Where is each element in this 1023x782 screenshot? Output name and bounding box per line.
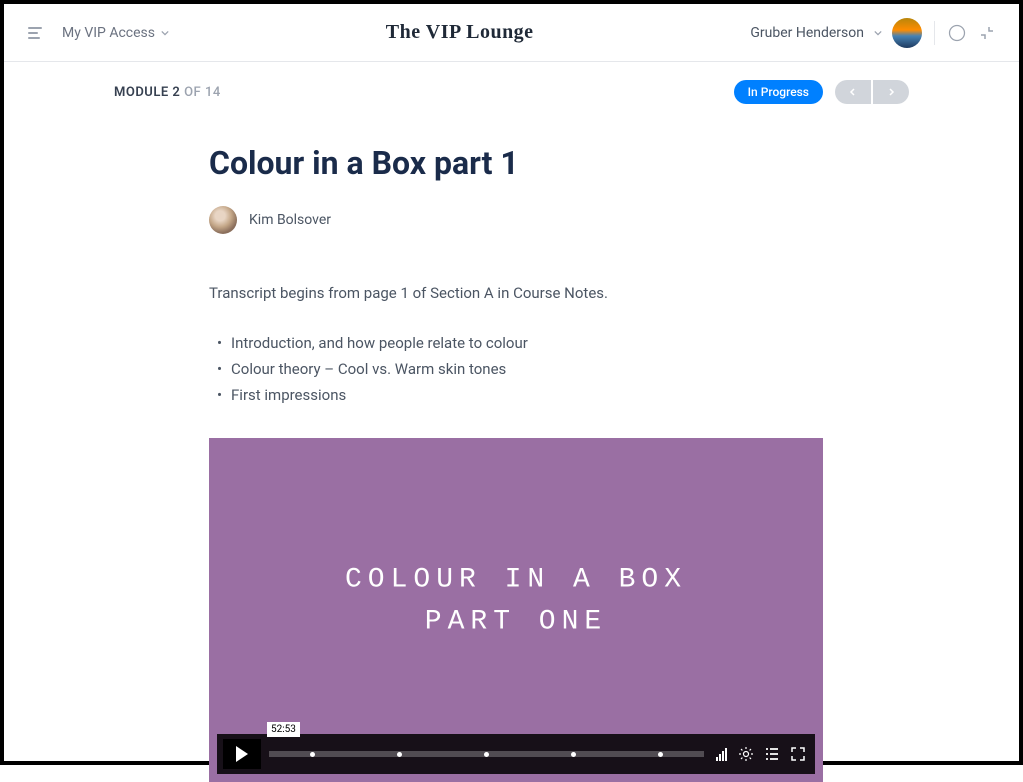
prev-button[interactable]	[835, 80, 871, 104]
transcript-note: Transcript begins from page 1 of Section…	[209, 284, 909, 302]
video-title-line1: COLOUR IN A BOX	[345, 560, 687, 602]
author-section: Kim Bolsover	[209, 206, 909, 234]
list-item: First impressions	[209, 382, 909, 408]
page-title: Colour in a Box part 1	[209, 144, 909, 182]
settings-icon[interactable]	[738, 746, 754, 762]
bullet-list: Introduction, and how people relate to c…	[209, 330, 909, 408]
play-icon	[236, 746, 248, 762]
video-controls: 52:53	[217, 734, 815, 774]
list-item: Introduction, and how people relate to c…	[209, 330, 909, 356]
video-title-overlay: COLOUR IN A BOX PART ONE	[345, 560, 687, 644]
module-total: OF 14	[180, 85, 220, 100]
chevron-down-icon	[874, 29, 882, 37]
video-title-line2: PART ONE	[345, 602, 687, 644]
vip-access-dropdown[interactable]: My VIP Access	[62, 25, 169, 41]
video-player[interactable]: COLOUR IN A BOX PART ONE 52:53	[209, 438, 823, 782]
module-number: MODULE 2	[114, 85, 180, 100]
next-button[interactable]	[873, 80, 909, 104]
fullscreen-icon[interactable]	[790, 746, 806, 762]
status-badge: In Progress	[734, 80, 823, 104]
progress-bar[interactable]	[269, 751, 704, 757]
author-avatar	[209, 206, 237, 234]
user-avatar	[892, 18, 922, 48]
divider	[934, 21, 935, 45]
user-menu[interactable]: Gruber Henderson	[750, 18, 922, 48]
chapters-icon[interactable]	[764, 746, 780, 762]
list-item: Colour theory – Cool vs. Warm skin tones	[209, 356, 909, 382]
video-duration: 52:53	[267, 722, 300, 737]
chevron-right-icon	[886, 87, 896, 97]
module-indicator: MODULE 2 OF 14	[114, 85, 221, 100]
author-name: Kim Bolsover	[249, 212, 331, 228]
volume-icon[interactable]	[712, 748, 731, 761]
collapse-icon[interactable]	[979, 25, 995, 41]
user-name-label: Gruber Henderson	[750, 25, 864, 41]
menu-icon[interactable]	[28, 27, 42, 39]
chevron-left-icon	[848, 87, 858, 97]
brand-title: The VIP Lounge	[386, 21, 534, 44]
chevron-down-icon	[161, 29, 169, 37]
dark-mode-icon[interactable]	[947, 23, 967, 43]
vip-access-label: My VIP Access	[62, 25, 155, 41]
